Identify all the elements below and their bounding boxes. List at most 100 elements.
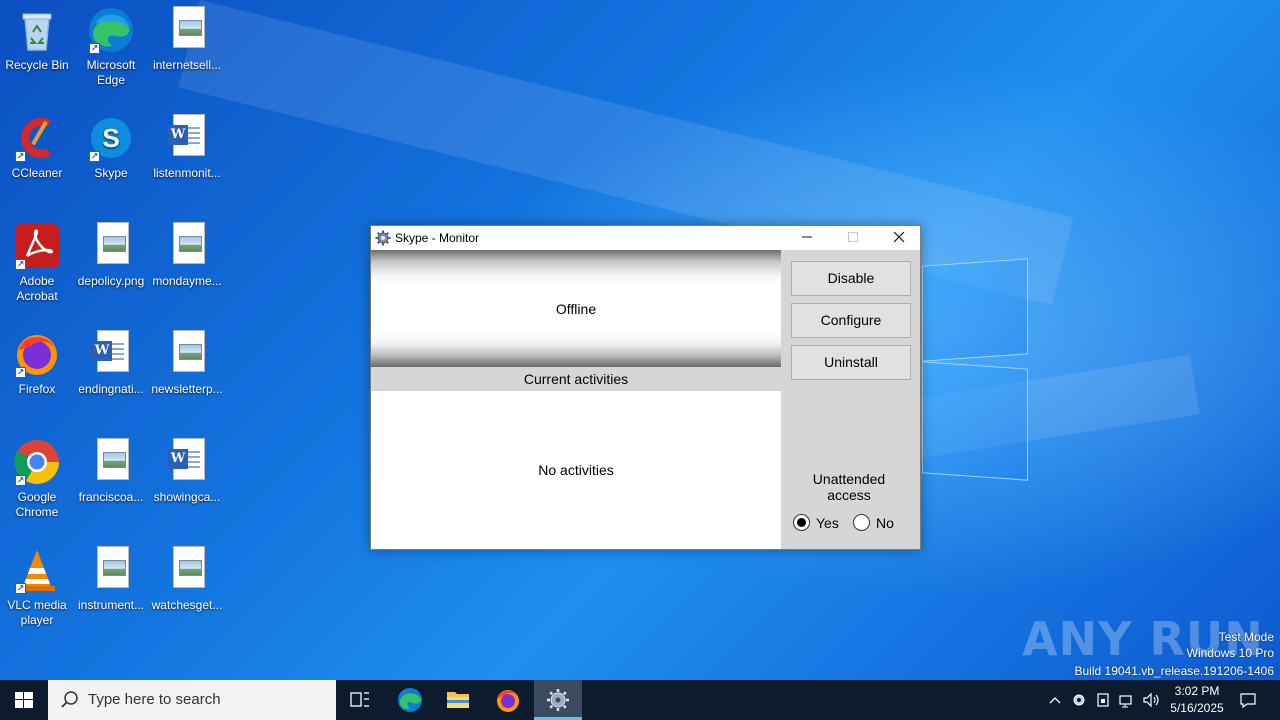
start-button[interactable] xyxy=(0,680,48,720)
taskbar-search-box[interactable]: Type here to search xyxy=(48,680,336,720)
image-file-icon xyxy=(163,330,211,378)
taskbar: Type here to search 3:02 PM 5/16/2025 xyxy=(0,680,1280,720)
activities-list: No activities xyxy=(371,391,781,549)
shortcut-arrow-icon: ↗ xyxy=(15,475,26,486)
windows-logo-icon xyxy=(15,692,33,708)
tray-gear-icon[interactable] xyxy=(1069,690,1089,710)
desktop-icon-vlc[interactable]: ↗ VLC media player xyxy=(0,546,74,628)
desktop-icon-recycle-bin[interactable]: Recycle Bin xyxy=(0,6,74,73)
folder-icon xyxy=(447,692,469,708)
task-view-icon xyxy=(350,692,369,707)
desktop-icon-label: CCleaner xyxy=(11,166,63,180)
window-titlebar[interactable]: Skype - Monitor xyxy=(371,226,920,250)
radio-no-label: No xyxy=(876,514,894,531)
desktop-icon-endingnati[interactable]: W endingnati... xyxy=(74,330,148,397)
search-icon xyxy=(60,690,80,710)
status-text: Offline xyxy=(555,300,597,317)
watermark-edition: Windows 10 Pro xyxy=(1186,646,1274,660)
radio-yes-label: Yes xyxy=(816,514,839,531)
tray-volume-icon[interactable] xyxy=(1141,690,1161,710)
taskbar-firefox[interactable] xyxy=(484,680,532,720)
desktop-icon-mondayme[interactable]: mondayme... xyxy=(150,222,224,289)
desktop-icon-label: Firefox xyxy=(18,382,56,396)
tray-chevron-up-icon[interactable] xyxy=(1045,690,1065,710)
desktop-icon-franciscoa[interactable]: franciscoa... xyxy=(74,438,148,505)
shortcut-arrow-icon: ↗ xyxy=(15,151,26,162)
desktop-icon-google-chrome[interactable]: ↗ Google Chrome xyxy=(0,438,74,520)
desktop-icon-depolicy[interactable]: depolicy.png xyxy=(74,222,148,289)
desktop-icon-label: endingnati... xyxy=(78,382,144,396)
watermark-build: Build 19041.vb_release.191206-1406 xyxy=(1074,664,1275,678)
image-file-icon xyxy=(163,222,211,270)
taskbar-file-explorer[interactable] xyxy=(434,680,482,720)
maximize-button xyxy=(830,226,876,250)
taskbar-skype-monitor[interactable] xyxy=(534,680,582,720)
desktop-icon-microsoft-edge[interactable]: ↗ Microsoft Edge xyxy=(74,6,148,88)
desktop-icon-showingca[interactable]: W showingca... xyxy=(150,438,224,505)
watermark-test-mode: Test Mode xyxy=(1218,630,1274,644)
desktop-icon-firefox[interactable]: ↗ Firefox xyxy=(0,330,74,397)
activities-header: Current activities xyxy=(371,367,781,391)
image-file-icon xyxy=(87,546,135,594)
edge-icon xyxy=(398,688,422,712)
skype-icon: S ↗ xyxy=(87,114,135,162)
shortcut-arrow-icon: ↗ xyxy=(89,151,100,162)
close-button[interactable] xyxy=(876,226,922,250)
desktop-icon-label: internetsell... xyxy=(152,58,222,72)
desktop-icon-label: Google Chrome xyxy=(15,490,59,519)
clock-time: 3:02 PM xyxy=(1174,684,1220,698)
word-document-icon: W xyxy=(87,330,135,378)
clock-date: 5/16/2025 xyxy=(1170,701,1224,715)
image-file-icon xyxy=(163,6,211,54)
desktop-icon-ccleaner[interactable]: ↗ CCleaner xyxy=(0,114,74,181)
close-icon xyxy=(893,231,905,243)
maximize-icon xyxy=(848,232,858,242)
desktop-icon-listenmonit[interactable]: W listenmonit... xyxy=(150,114,224,181)
tray-device-icon[interactable] xyxy=(1093,690,1113,710)
edge-icon: ↗ xyxy=(87,6,135,54)
firefox-icon xyxy=(497,690,519,712)
word-document-icon: W xyxy=(163,438,211,486)
svg-text:S: S xyxy=(102,123,119,153)
desktop-icon-instrument[interactable]: instrument... xyxy=(74,546,148,613)
taskbar-clock[interactable]: 3:02 PM 5/16/2025 xyxy=(1162,683,1232,717)
desktop-icon-internetsell[interactable]: internetsell... xyxy=(150,6,224,73)
image-file-icon xyxy=(87,222,135,270)
recycle-bin-icon xyxy=(13,6,61,54)
desktop-icon-label: newsletterp... xyxy=(151,382,223,396)
notification-center-icon[interactable] xyxy=(1238,690,1258,710)
desktop-icon-label: Microsoft Edge xyxy=(86,58,136,87)
desktop-icon-label: listenmonit... xyxy=(153,166,221,180)
shortcut-arrow-icon: ↗ xyxy=(89,43,100,54)
radio-yes[interactable]: Yes xyxy=(793,514,839,531)
minimize-button[interactable] xyxy=(784,226,830,250)
tray-network-icon[interactable] xyxy=(1117,690,1137,710)
search-placeholder: Type here to search xyxy=(88,691,221,708)
configure-button[interactable]: Configure xyxy=(791,303,911,338)
gear-icon xyxy=(547,689,569,711)
status-panel: Offline xyxy=(371,250,781,367)
uninstall-button[interactable]: Uninstall xyxy=(791,345,911,380)
desktop-icon-label: VLC media player xyxy=(7,598,67,627)
unattended-access-label: Unattended access xyxy=(812,471,886,503)
desktop-icon-label: Adobe Acrobat xyxy=(16,274,58,303)
desktop-icon-label: depolicy.png xyxy=(77,274,145,288)
vlc-icon: ↗ xyxy=(13,546,61,594)
ccleaner-icon: ↗ xyxy=(13,114,61,162)
firefox-icon: ↗ xyxy=(13,330,61,378)
radio-yes-circle[interactable] xyxy=(793,514,810,531)
anyrun-watermark: ANY RUN Test Mode Windows 10 Pro Build 1… xyxy=(1014,612,1274,680)
desktop-icon-newsletterp[interactable]: newsletterp... xyxy=(150,330,224,397)
task-view-button[interactable] xyxy=(336,680,384,720)
desktop-icon-adobe-acrobat[interactable]: ↗ Adobe Acrobat xyxy=(0,222,74,304)
desktop-icon-skype[interactable]: S ↗ Skype xyxy=(74,114,148,181)
radio-no[interactable]: No xyxy=(853,514,894,531)
disable-button[interactable]: Disable xyxy=(791,261,911,296)
desktop-icon-watchesget[interactable]: watchesget... xyxy=(150,546,224,613)
taskbar-edge[interactable] xyxy=(386,680,434,720)
shortcut-arrow-icon: ↗ xyxy=(15,583,26,594)
activities-empty-text: No activities xyxy=(538,462,614,478)
radio-no-circle[interactable] xyxy=(853,514,870,531)
desktop-icon-label: Recycle Bin xyxy=(5,58,69,72)
skype-monitor-window: Skype - Monitor Offline Current activiti… xyxy=(370,225,921,550)
